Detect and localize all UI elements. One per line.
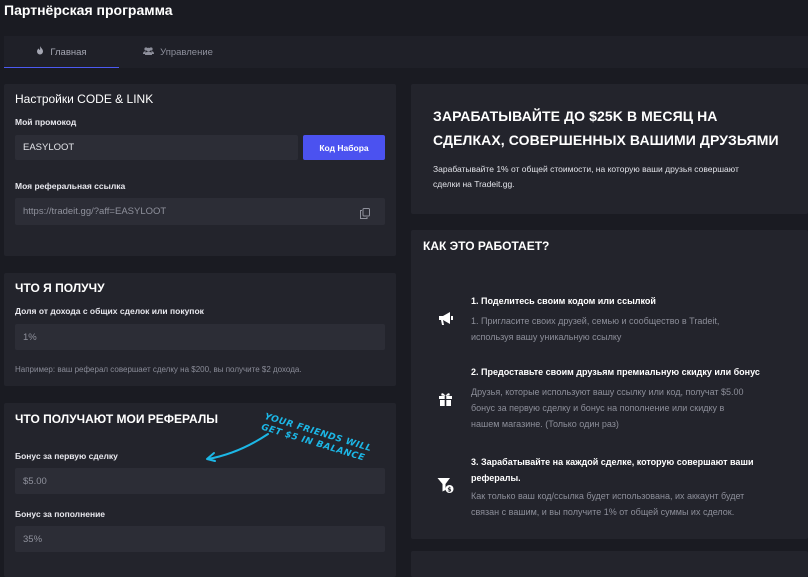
- bottom-panel: [411, 551, 808, 577]
- how-it-works-title: КАК ЭТО РАБОТАЕТ?: [423, 239, 550, 253]
- promo-headline: ЗАРАБАТЫВАЙТЕ ДО $25K В МЕСЯЦ НА СДЕЛКАХ…: [433, 104, 779, 152]
- earn-example: Например: ваш реферал совершает сделку н…: [15, 365, 302, 374]
- first-trade-bonus-field: $5.00: [15, 468, 385, 494]
- promo-headline-line-2: СДЕЛКАХ, СОВЕРШЕННЫХ ВАШИМИ ДРУЗЬЯМИ: [433, 132, 779, 148]
- svg-text:$: $: [447, 487, 451, 494]
- earn-panel: ЧТО Я ПОЛУЧУ Доля от дохода с общих сдел…: [4, 273, 396, 386]
- step-1-text-line-1: 1. Пригласите своих друзей, семью и сооб…: [471, 316, 720, 326]
- promo-code-input[interactable]: EASYLOOT: [15, 135, 298, 160]
- tab-manage-label: Управление: [160, 46, 213, 58]
- referrals-title: ЧТО ПОЛУЧАЮТ МОИ РЕФЕРАЛЫ: [15, 412, 218, 426]
- referrals-panel: ЧТО ПОЛУЧАЮТ МОИ РЕФЕРАЛЫ YOUR FRIENDS W…: [4, 403, 396, 577]
- referral-link-label: Моя реферальная ссылка: [15, 181, 126, 191]
- deposit-bonus-label: Бонус за пополнение: [15, 509, 106, 519]
- step-2-text-line-3: нашем магазине. (Только один раз): [471, 419, 619, 429]
- step-3-text-line-2: связан с вашим, и вы получите 1% от обще…: [471, 507, 735, 517]
- revenue-share-label: Доля от дохода с общих сделок или покупо…: [15, 306, 204, 316]
- promo-headline-line-1: ЗАРАБАТЫВАЙТЕ ДО $25K В МЕСЯЦ НА: [433, 108, 718, 124]
- funnel-dollar-icon: $: [437, 477, 454, 499]
- page-title: Партнёрская программа: [4, 2, 173, 18]
- users-icon: [143, 46, 155, 58]
- settings-title: Настройки CODE & LINK: [15, 92, 154, 106]
- callout-note: YOUR FRIENDS WILL GET $5 IN BALANCE: [260, 412, 373, 466]
- step-3-text-line-1: Как только ваш код/ссылка будет использо…: [471, 491, 745, 501]
- deposit-bonus-field: 35%: [15, 526, 385, 552]
- promo-description: Зарабатывайте 1% от общей стоимости, на …: [433, 162, 739, 192]
- step-2-text-line-2: бонус за первую сделку и бонус на пополн…: [471, 403, 725, 413]
- tab-main-label: Главная: [50, 46, 87, 58]
- step-3-title-line-1: 3. Зарабатывайте на каждой сделке, котор…: [471, 457, 754, 467]
- step-2-text: Друзья, которые используют вашу ссылку и…: [471, 384, 744, 432]
- settings-panel: Настройки CODE & LINK Мой промокод EASYL…: [4, 84, 396, 256]
- first-trade-bonus-label: Бонус за первую сделку: [15, 451, 118, 461]
- promo-code-label: Мой промокод: [15, 117, 77, 127]
- flame-icon: [36, 46, 44, 58]
- gift-icon: [438, 391, 453, 411]
- step-3-text: Как только ваш код/ссылка будет использо…: [471, 488, 744, 520]
- tab-main[interactable]: Главная: [4, 36, 119, 68]
- callout-arrow-icon: [206, 433, 269, 462]
- megaphone-icon: [438, 311, 454, 331]
- promo-description-line-2: сделки на Tradeit.gg.: [433, 179, 515, 189]
- revenue-share-field: 1%: [15, 324, 385, 350]
- copy-icon[interactable]: [360, 206, 370, 224]
- set-code-button[interactable]: Код Набора: [303, 135, 385, 160]
- step-3-title-line-2: рефералы.: [471, 473, 521, 483]
- promo-panel: ЗАРАБАТЫВАЙТЕ ДО $25K В МЕСЯЦ НА СДЕЛКАХ…: [411, 84, 808, 214]
- how-it-works-panel: КАК ЭТО РАБОТАЕТ? 1. Поделитесь своим ко…: [411, 230, 808, 539]
- step-2-text-line-1: Друзья, которые используют вашу ссылку и…: [471, 387, 744, 397]
- step-1-text-line-2: используя вашу уникальную ссылку: [471, 332, 622, 342]
- step-1-title: 1. Поделитесь своим кодом или ссылкой: [471, 296, 656, 306]
- step-1-text: 1. Пригласите своих друзей, семью и сооб…: [471, 313, 719, 345]
- referral-link-value: https://tradeit.gg/?aff=EASYLOOT: [23, 206, 167, 217]
- referral-link-input[interactable]: https://tradeit.gg/?aff=EASYLOOT: [15, 198, 385, 225]
- step-2-title: 2. Предоставьте своим друзьям премиальну…: [471, 367, 760, 377]
- tab-manage[interactable]: Управление: [130, 36, 226, 68]
- promo-description-line-1: Зарабатывайте 1% от общей стоимости, на …: [433, 164, 739, 174]
- step-3-title: 3. Зарабатывайте на каждой сделке, котор…: [471, 454, 753, 486]
- tab-bar: Главная Управление: [4, 36, 808, 68]
- earn-title: ЧТО Я ПОЛУЧУ: [15, 281, 105, 295]
